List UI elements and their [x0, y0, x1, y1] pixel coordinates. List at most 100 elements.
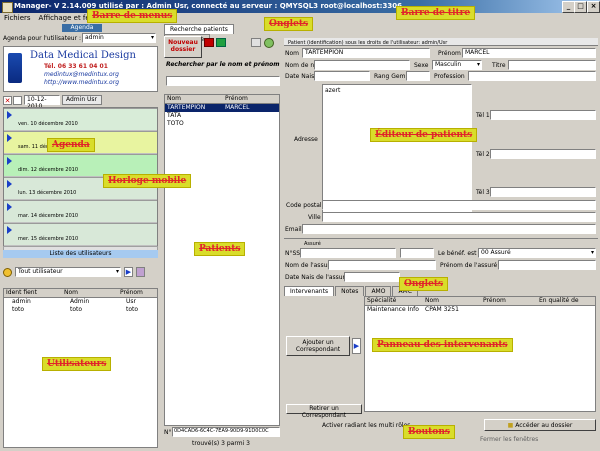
guid-field[interactable]: 0D4CAD6-6C4C-7EA9-90D9-91D0C0C — [172, 427, 280, 437]
ns-key-field[interactable] — [400, 248, 434, 258]
multi-roles-hint: Activer radiant les multi rôles — [322, 422, 411, 429]
date-naissance-label: Date Nais — [285, 73, 315, 80]
rang-gem-field[interactable] — [406, 71, 430, 81]
table-row[interactable]: TARTEMPION MARCEL — [165, 104, 279, 112]
rang-gem-label: Rang Gem. — [374, 73, 408, 80]
user-badge: Admin Usr — [62, 95, 102, 105]
adresse-field[interactable]: azert — [322, 84, 472, 214]
users-table-header: Ident fient Nom Prénom — [4, 289, 157, 298]
filter-icon[interactable] — [136, 267, 145, 277]
patients-list-header: Nom Prénom — [165, 95, 279, 104]
prenom-assure-field[interactable] — [498, 260, 596, 270]
agenda-user-label: Agenda pour l'utilisateur : — [3, 35, 81, 42]
nom-field[interactable]: TARTEMPION — [302, 48, 430, 58]
annotation-patient-editor: Éditeur de patients — [370, 128, 478, 142]
benef-select[interactable]: 00 Assuré ▾ — [478, 248, 596, 258]
titre-field[interactable] — [508, 60, 596, 70]
prenom-assure-label: Prénom de l'assuré — [440, 262, 498, 269]
annotation-patients: Patients — [194, 242, 246, 256]
calendar-icon[interactable] — [13, 96, 22, 105]
profession-field[interactable] — [468, 71, 596, 81]
nom-assure-field[interactable] — [328, 260, 436, 270]
play-icon[interactable]: ▶ — [124, 267, 133, 277]
refresh-icon[interactable] — [264, 38, 274, 48]
titre-label: Titre — [492, 62, 506, 69]
logo-phone: Tél. 06 33 61 04 01 — [44, 63, 108, 70]
day-bar[interactable]: mer. 15 décembre 2010 — [4, 223, 157, 245]
tab-recherche-patients[interactable]: Recherche patients — [164, 24, 234, 34]
menu-fichiers[interactable]: Fichiers — [0, 13, 35, 23]
expand-arrow-icon — [7, 111, 12, 119]
date-naissance-field[interactable] — [314, 71, 370, 81]
add-correspondent-button[interactable]: Ajouter un Correspondant — [286, 336, 350, 356]
user-icon[interactable] — [3, 268, 12, 277]
day-bar[interactable]: ven. 10 décembre 2010 — [4, 108, 157, 130]
intervenants-table: Spécialité Nom Prénom En qualité de Mainten… — [364, 296, 596, 412]
agenda-column: Agenda Agenda pour l'utilisateur : admin… — [0, 24, 162, 449]
annotation-menu-bar: Barre de menus — [87, 9, 178, 23]
delete-icon[interactable] — [204, 38, 214, 47]
tool-icon[interactable] — [251, 38, 261, 47]
app-icon — [2, 2, 13, 13]
agenda-user-select[interactable]: admin ▾ — [82, 33, 156, 43]
table-row[interactable]: TATA — [165, 112, 279, 120]
table-row[interactable]: toto toto toto — [4, 306, 157, 314]
new-folder-button[interactable]: Nouveau dossier — [164, 36, 202, 58]
validate-icon[interactable] — [216, 38, 226, 47]
day-bar[interactable]: mar. 14 décembre 2010 — [4, 200, 157, 222]
annotation-mobile-clock: Horloge mobile — [103, 174, 192, 188]
guid-label: N° — [164, 429, 172, 436]
ns-field[interactable] — [300, 248, 396, 258]
benef-label: Le bénéf. est — [438, 250, 477, 257]
chevron-down-icon: ▾ — [150, 34, 154, 41]
tel3-field[interactable] — [490, 187, 596, 197]
code-postal-field[interactable] — [322, 200, 596, 210]
tel2-label: Tél 2 — [476, 151, 490, 158]
date-nais-assure-field[interactable] — [344, 272, 400, 282]
window-title: Manager- V 2.14.009 utilisé par : Admin … — [14, 2, 402, 10]
tel1-label: Tél 1 — [476, 112, 490, 119]
agenda-user-value: admin — [85, 34, 104, 41]
sexe-label: Sexe — [414, 62, 429, 69]
remove-correspondent-button[interactable]: Retirer un Correspondant — [286, 404, 362, 419]
sexe-select[interactable]: Masculin ▾ — [432, 60, 482, 70]
expand-arrow-icon — [7, 203, 12, 211]
close-icon[interactable]: ✕ — [3, 96, 12, 105]
play-icon[interactable]: ▶ — [352, 338, 361, 354]
maximize-button[interactable]: □ — [574, 1, 587, 13]
patients-list: Nom Prénom TARTEMPION MARCEL TATA TOTO — [164, 94, 280, 426]
tab-intervenants[interactable]: Intervenants — [284, 286, 335, 296]
patients-count: trouvé(s) 3 parmi 3 — [192, 440, 250, 447]
tel1-field[interactable] — [490, 110, 596, 120]
date-field[interactable]: 10-12-2010 — [24, 95, 60, 110]
patient-search-input[interactable] — [166, 76, 280, 86]
adresse-label: Adresse — [294, 136, 318, 143]
prenom-label: Prénom — [438, 50, 461, 57]
email-field[interactable] — [302, 224, 596, 234]
ns-label: N°SS — [285, 250, 301, 257]
user-filter-select[interactable]: Tout utilisateur ▾ — [15, 267, 121, 277]
annotation-buttons: Boutons — [403, 425, 455, 439]
table-row[interactable]: admin Admin Usr — [4, 298, 157, 306]
agenda-tab[interactable]: Agenda — [62, 24, 102, 32]
table-row[interactable]: TOTO — [165, 120, 279, 128]
table-row[interactable]: Maintenance Info CPAM 3251 — [365, 306, 595, 314]
expand-arrow-icon — [7, 180, 12, 188]
ville-field[interactable] — [322, 212, 596, 222]
tel2-field[interactable] — [490, 149, 596, 159]
ville-label: Ville — [308, 214, 321, 221]
tab-amo[interactable]: AMO — [365, 286, 392, 296]
annotation-tabs-2: Onglets — [399, 277, 449, 291]
assure-frame-title: Assuré — [284, 238, 598, 247]
expand-arrow-icon — [7, 157, 12, 165]
chevron-down-icon: ▾ — [476, 61, 480, 68]
nom-naissance-field[interactable] — [314, 60, 410, 70]
tab-notes[interactable]: Notes — [335, 286, 365, 296]
access-folder-button[interactable]: ■ Accéder au dossier — [484, 419, 596, 431]
day-bar[interactable]: dim. 12 décembre 2010 — [4, 154, 157, 176]
close-button[interactable]: × — [587, 1, 600, 13]
prenom-field[interactable]: MARCEL — [462, 48, 596, 58]
users-panel-title: Liste des utilisateurs — [3, 250, 158, 258]
dmd-logo-icon — [8, 53, 22, 83]
search-label: Rechercher par le nom et prénom — [166, 61, 280, 68]
